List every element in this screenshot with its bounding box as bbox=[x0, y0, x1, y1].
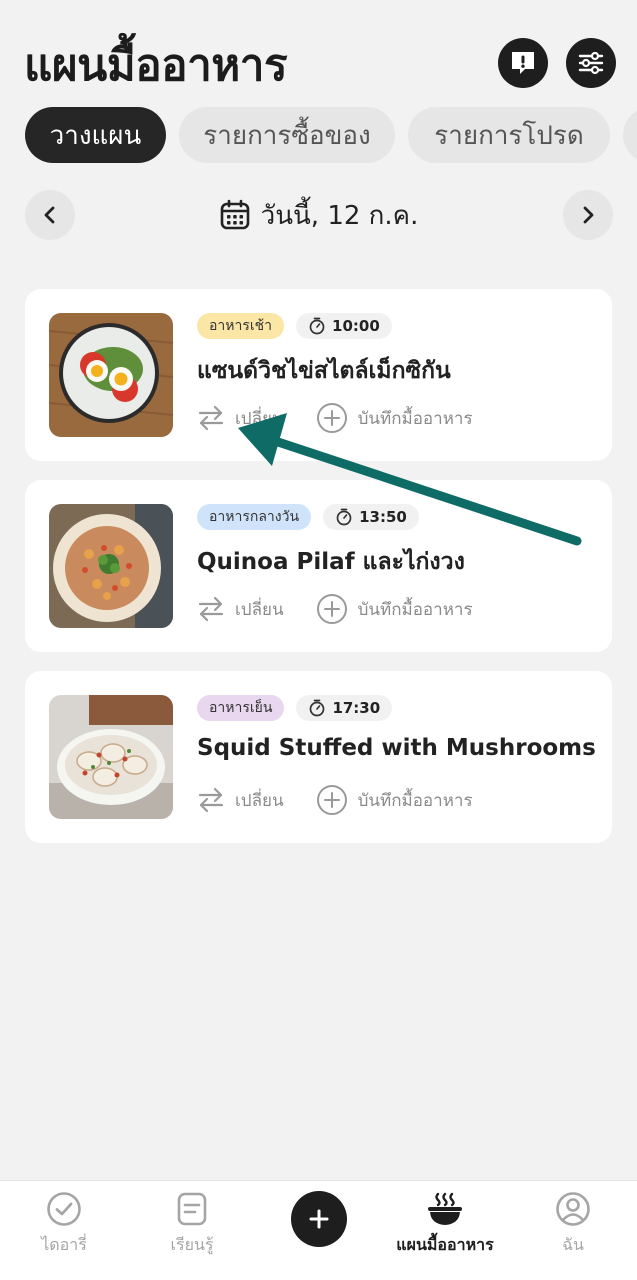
meal-image bbox=[49, 695, 173, 819]
meal-type-badge: อาหารกลางวัน bbox=[197, 504, 312, 530]
plus-icon bbox=[309, 1209, 329, 1229]
plus-circle-icon bbox=[316, 594, 347, 624]
log-meal-label: บันทึกมื้ออาหาร bbox=[357, 408, 473, 429]
page-title: แผนมื้ออาหาร bbox=[24, 40, 288, 91]
plus-circle-icon bbox=[316, 403, 347, 433]
exclamation-bubble-icon bbox=[512, 52, 534, 74]
log-meal-label: บันทึกมื้ออาหาร bbox=[357, 599, 473, 620]
nav-label: ไดอารี่ bbox=[41, 1235, 87, 1254]
time-badge: 10:00 bbox=[296, 313, 392, 339]
time-badge: 17:30 bbox=[296, 695, 393, 721]
meal-image bbox=[49, 313, 173, 437]
calendar-icon bbox=[220, 199, 249, 230]
header: แผนมื้ออาหาร bbox=[0, 0, 637, 100]
swap-icon bbox=[198, 405, 224, 431]
log-meal-button[interactable]: บันทึกมื้ออาหาร bbox=[316, 402, 473, 434]
tab-favorites[interactable]: รายการโปรด bbox=[408, 107, 610, 163]
meal-image bbox=[49, 504, 173, 628]
stopwatch-icon bbox=[336, 508, 352, 526]
meal-card-breakfast[interactable]: อาหารเช้า 10:00 แซนด์วิชไข่สไตล์เม็กซิกั… bbox=[25, 289, 612, 461]
stopwatch-icon bbox=[309, 317, 325, 335]
meal-card-lunch[interactable]: อาหารกลางวัน 13:50 Quinoa Pilaf และไก่งว… bbox=[25, 480, 612, 652]
tab-plan[interactable]: วางแผน bbox=[25, 107, 166, 163]
meal-type-badge: อาหารเช้า bbox=[197, 313, 285, 339]
date-selector: วันนี้, 12 ก.ค. bbox=[0, 190, 637, 240]
meal-actions: เปลี่ยน บันทึกมื้ออาหาร bbox=[197, 592, 473, 626]
meal-name: Quinoa Pilaf และไก่งวง bbox=[197, 549, 465, 575]
meal-time: 13:50 bbox=[359, 508, 407, 526]
tab-more[interactable] bbox=[623, 107, 637, 163]
swap-button[interactable]: เปลี่ยน bbox=[197, 595, 284, 623]
check-circle-icon bbox=[47, 1192, 81, 1226]
plus-circle-icon bbox=[316, 785, 347, 815]
filter-button[interactable] bbox=[566, 38, 616, 88]
date-label: วันนี้, 12 ก.ค. bbox=[260, 200, 419, 231]
time-badge: 13:50 bbox=[323, 504, 419, 530]
meal-badges: อาหารกลางวัน 13:50 bbox=[197, 504, 419, 530]
meal-name: Squid Stuffed with Mushrooms bbox=[197, 735, 596, 761]
meal-badges: อาหารเช้า 10:00 bbox=[197, 313, 392, 339]
swap-button[interactable]: เปลี่ยน bbox=[197, 404, 284, 432]
swap-label: เปลี่ยน bbox=[235, 599, 284, 620]
notes-icon bbox=[177, 1192, 207, 1226]
alert-button[interactable] bbox=[498, 38, 548, 88]
nav-label: แผนมื้ออาหาร bbox=[396, 1235, 494, 1254]
nav-label: เรียนรู้ bbox=[170, 1235, 214, 1254]
swap-label: เปลี่ยน bbox=[235, 790, 284, 811]
log-meal-label: บันทึกมื้ออาหาร bbox=[357, 790, 473, 811]
profile-icon bbox=[556, 1192, 590, 1226]
meal-actions: เปลี่ยน บันทึกมื้ออาหาร bbox=[197, 401, 473, 435]
tab-bar: วางแผน รายการซื้อของ รายการโปรด bbox=[0, 107, 637, 163]
meal-time: 17:30 bbox=[332, 699, 381, 717]
meal-badges: อาหารเย็น 17:30 bbox=[197, 695, 393, 721]
meal-type-badge: อาหารเย็น bbox=[197, 695, 285, 721]
swap-icon bbox=[198, 787, 224, 813]
stopwatch-icon bbox=[310, 699, 325, 717]
tab-shopping-list[interactable]: รายการซื้อของ bbox=[179, 107, 395, 163]
chevron-right-icon bbox=[583, 206, 594, 224]
meal-time: 10:00 bbox=[332, 317, 380, 335]
swap-label: เปลี่ยน bbox=[235, 408, 284, 429]
nav-label: ฉัน bbox=[562, 1235, 584, 1254]
add-button[interactable] bbox=[291, 1191, 347, 1247]
nav-learn[interactable]: เรียนรู้ bbox=[132, 1191, 252, 1271]
log-meal-button[interactable]: บันทึกมื้ออาหาร bbox=[316, 784, 473, 816]
bowl-icon bbox=[428, 1192, 462, 1225]
sliders-icon bbox=[578, 51, 604, 75]
nav-profile[interactable]: ฉัน bbox=[513, 1191, 633, 1271]
log-meal-button[interactable]: บันทึกมื้ออาหาร bbox=[316, 593, 473, 625]
meal-name: แซนด์วิชไข่สไตล์เม็กซิกัน bbox=[197, 358, 451, 384]
swap-button[interactable]: เปลี่ยน bbox=[197, 786, 284, 814]
next-day-button[interactable] bbox=[563, 190, 613, 240]
bottom-nav: ไดอารี่ เรียนรู้ แผนมื้ออาหาร ฉัน bbox=[0, 1180, 637, 1280]
meal-actions: เปลี่ยน บันทึกมื้ออาหาร bbox=[197, 783, 473, 817]
swap-icon bbox=[198, 596, 224, 622]
nav-diary[interactable]: ไดอารี่ bbox=[4, 1191, 124, 1271]
nav-meal-plan[interactable]: แผนมื้ออาหาร bbox=[385, 1191, 505, 1271]
date-display[interactable]: วันนี้, 12 ก.ค. bbox=[0, 190, 637, 240]
meal-card-dinner[interactable]: อาหารเย็น 17:30 Squid Stuffed with Mushr… bbox=[25, 671, 612, 843]
